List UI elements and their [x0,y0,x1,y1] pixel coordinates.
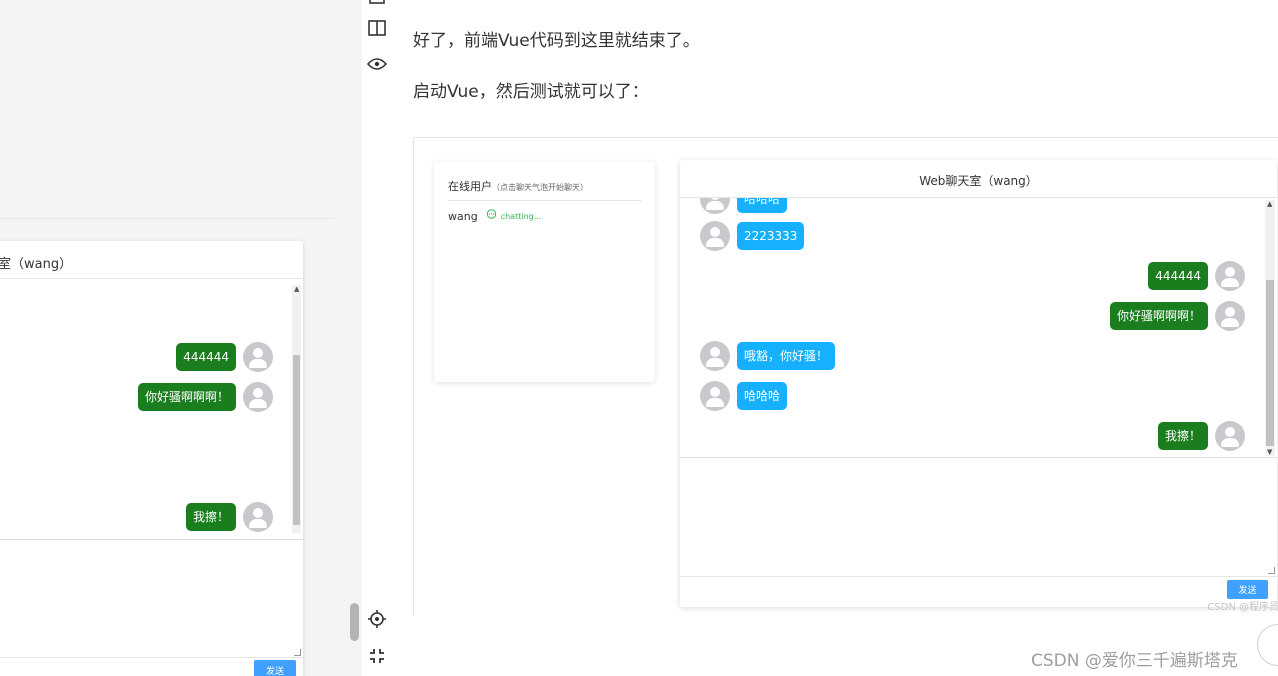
scroll-up-icon[interactable]: ▲ [1267,200,1272,208]
panel-drag-handle[interactable] [350,603,359,641]
left-message-list: 444444 你好骚啊啊啊！ 我擦！ [0,279,303,539]
scroll-down-icon[interactable]: ▼ [1267,448,1272,456]
divider [680,457,1277,458]
online-users-title: 在线用户（点击聊天气泡开始聊天） [448,178,588,194]
avatar-icon [243,502,273,532]
chat-window: Web聊天室（wang） 哈哈哈 2223333 444444 你好骚啊啊啊！ … [680,160,1277,607]
send-button[interactable]: 发送 [1227,580,1268,599]
scrollbar-thumb[interactable] [1266,280,1274,446]
online-user-item[interactable]: wang chatting... [448,209,541,223]
left-chat-title: 室（wang） [0,257,73,272]
message-row: 哦豁，你好骚！ [700,341,836,371]
avatar-icon [1215,301,1245,331]
online-hint-text: （点击聊天气泡开始聊天） [492,183,588,192]
article-screenshot: 在线用户（点击聊天气泡开始聊天） wang chatting... Web聊天室… [413,137,1278,616]
message-row: 你好骚啊啊啊！ [1109,301,1245,331]
message-bubble: 2223333 [737,222,805,250]
fullscreen-icon[interactable] [367,646,387,666]
avatar-icon [700,341,730,371]
message-bubble: 哈哈哈 [737,382,788,410]
left-chat-window: 室（wang） 444444 你好骚啊啊啊！ 我擦！ ▲ 发送 [0,241,303,676]
message-row: 哈哈哈 [700,198,788,214]
floating-action-button[interactable] [1257,624,1278,666]
message-row: 2223333 [700,221,805,251]
resize-grip-icon[interactable] [294,649,301,656]
message-row: 你好骚啊啊啊！ [137,382,273,412]
avatar-icon [700,381,730,411]
chat-bubble-icon[interactable] [486,209,497,223]
left-preview-panel: 室（wang） 444444 你好骚啊啊啊！ 我擦！ ▲ 发送 [0,0,362,676]
divider [0,539,303,540]
article-paragraph: 好了，前端Vue代码到这里就结束了。 [413,31,700,51]
message-scrollbar[interactable]: ▲ ▼ [1265,200,1275,456]
toolbar-top-icon[interactable] [367,0,387,8]
message-bubble: 你好骚啊啊啊！ [1109,302,1208,330]
article-paragraph: 启动Vue，然后测试就可以了： [413,82,649,102]
message-row: 444444 [1148,261,1245,291]
message-bubble: 444444 [1148,262,1208,290]
send-button[interactable]: 发送 [254,660,296,676]
divider [0,657,303,658]
eye-icon[interactable] [367,54,387,74]
page-watermark: CSDN @爱你三千遍斯塔克 [1031,651,1238,671]
message-row: 我擦！ [185,502,273,532]
scroll-up-icon[interactable]: ▲ [294,285,299,293]
avatar-icon [700,198,730,214]
locate-icon[interactable] [367,609,387,629]
message-bubble: 你好骚啊啊啊！ [137,383,236,411]
avatar-icon [1215,421,1245,451]
message-bubble: 我擦！ [185,503,236,531]
divider [448,200,641,201]
avatar-icon [243,342,273,372]
online-user-name: wang [448,209,478,223]
avatar-icon [1215,261,1245,291]
message-row: 我擦！ [1157,421,1245,451]
scrollbar-thumb[interactable] [293,355,300,525]
avatar-icon [243,382,273,412]
resize-grip-icon[interactable] [1268,567,1275,574]
online-title-text: 在线用户 [448,180,492,193]
vertical-toolbar [362,0,392,676]
message-bubble: 我擦！ [1157,422,1208,450]
message-row: 哈哈哈 [700,381,788,411]
split-view-icon[interactable] [367,18,387,38]
message-row: 444444 [176,342,273,372]
divider [680,576,1277,577]
chat-title: Web聊天室（wang） [919,174,1038,188]
message-bubble: 哦豁，你好骚！ [737,342,836,370]
online-status-text: chatting... [500,211,542,221]
online-users-card: 在线用户（点击聊天气泡开始聊天） wang chatting... [434,162,655,382]
message-bubble: 哈哈哈 [737,198,788,213]
message-list: 哈哈哈 2223333 444444 你好骚啊啊啊！ 哦豁，你好骚！ 哈哈哈 我… [680,198,1277,458]
left-blank-area [0,0,334,219]
left-scrollbar[interactable]: ▲ [292,285,301,533]
message-bubble: 444444 [176,343,236,371]
screenshot-watermark: CSDN @程序员 [1207,602,1278,613]
avatar-icon [700,221,730,251]
